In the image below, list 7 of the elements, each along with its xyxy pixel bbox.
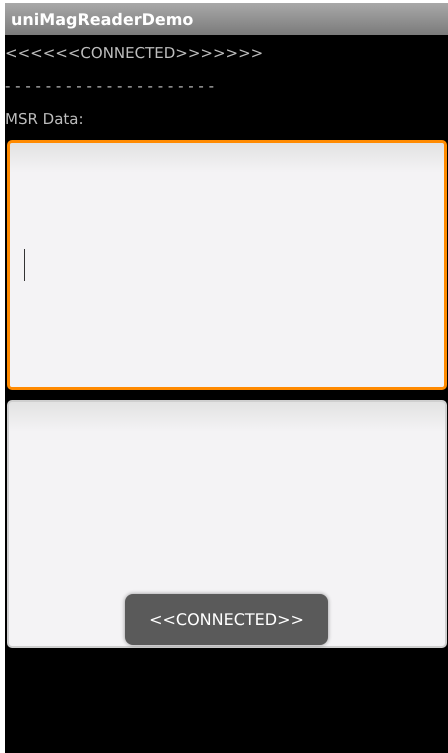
toast-message: <<CONNECTED>> [125, 594, 328, 645]
msr-data-label: MSR Data: [5, 109, 85, 130]
separator-text: - - - - - - - - - - - - - - - - - - - - - [5, 76, 216, 97]
text-area[interactable] [7, 400, 447, 648]
window-title: uniMagReaderDemo [11, 10, 194, 28]
text-cursor [24, 249, 25, 281]
status-text: <<<<<<CONNECTED>>>>>>> [5, 43, 264, 64]
